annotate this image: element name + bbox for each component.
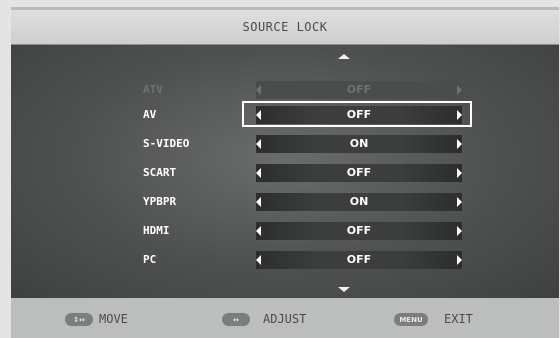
source-label: AV <box>143 108 157 121</box>
lock-value: OFF <box>346 253 372 266</box>
right-arrow-icon[interactable] <box>457 255 462 265</box>
exit-hint: EXIT <box>444 312 473 326</box>
source-row-pc[interactable]: PC OFF <box>0 249 560 271</box>
lock-value: OFF <box>346 166 372 179</box>
move-hint: MOVE <box>99 312 128 326</box>
lock-value: OFF <box>346 83 372 96</box>
source-label: S-VIDEO <box>143 137 190 150</box>
source-row-scart[interactable]: SCART OFF <box>0 162 560 184</box>
source-label: PC <box>143 253 157 266</box>
footer-hints: ↕↔ MOVE ↔ ADJUST MENU EXIT <box>11 298 559 338</box>
lock-value: OFF <box>346 224 372 237</box>
right-arrow-icon[interactable] <box>457 226 462 236</box>
source-row-s-video[interactable]: S-VIDEO ON <box>0 133 560 155</box>
right-arrow-icon[interactable] <box>457 139 462 149</box>
menu-title: SOURCE LOCK <box>11 10 559 44</box>
source-label: HDMI <box>143 224 170 237</box>
source-label: ATV <box>143 83 163 96</box>
right-arrow-icon[interactable] <box>457 85 462 95</box>
right-arrow-icon[interactable] <box>457 168 462 178</box>
source-row-av[interactable]: AV OFF <box>0 101 560 127</box>
move-key-icon: ↕↔ <box>65 313 93 326</box>
lock-value: ON <box>349 137 369 150</box>
adjust-hint: ADJUST <box>263 312 307 326</box>
menu-key-icon: MENU <box>394 313 428 326</box>
scroll-down-icon[interactable] <box>338 287 350 292</box>
source-row-hdmi[interactable]: HDMI OFF <box>0 220 560 242</box>
scroll-up-icon[interactable] <box>338 54 350 59</box>
adjust-key-icon: ↔ <box>222 313 250 326</box>
right-arrow-icon[interactable] <box>457 197 462 207</box>
source-row-ypbpr[interactable]: YPBPR ON <box>0 191 560 213</box>
lock-value: OFF <box>346 108 372 121</box>
source-row-atv[interactable]: ATV OFF <box>0 79 560 101</box>
lock-value: ON <box>349 195 369 208</box>
right-arrow-icon[interactable] <box>457 110 462 120</box>
source-label: SCART <box>143 166 177 179</box>
source-label: YPBPR <box>143 195 177 208</box>
